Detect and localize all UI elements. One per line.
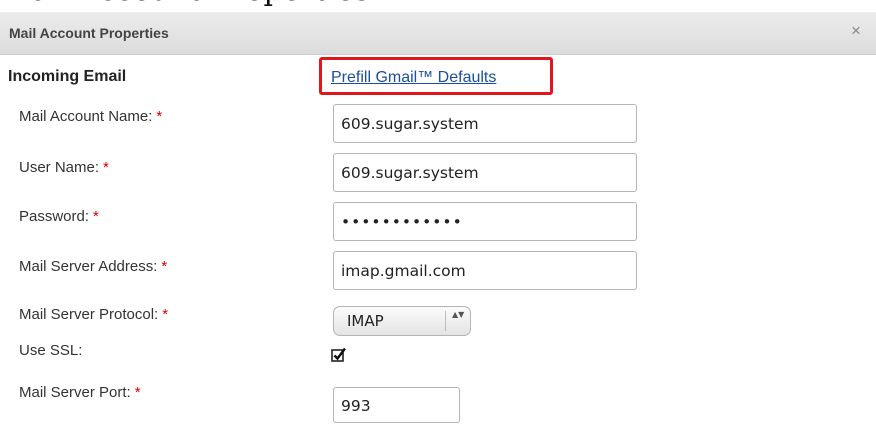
- required-marker: *: [134, 384, 141, 401]
- required-marker: *: [161, 258, 168, 275]
- up-down-arrows-icon: ▲▼: [452, 310, 465, 319]
- dialog-header: Mail Account Properties ×: [0, 12, 876, 55]
- user-name-label: User Name: *: [19, 159, 109, 176]
- close-icon[interactable]: ×: [851, 21, 861, 41]
- required-marker: *: [156, 108, 163, 125]
- required-marker: *: [103, 159, 109, 176]
- password-input[interactable]: ••••••••••••: [333, 202, 637, 241]
- use-ssl-checkbox[interactable]: [331, 347, 347, 363]
- use-ssl-label: Use SSL:: [19, 342, 83, 359]
- server-address-input[interactable]: imap.gmail.com: [333, 251, 637, 290]
- cropped-page-heading: Mail Account Properties: [0, 0, 370, 8]
- protocol-label: Mail Server Protocol: *: [19, 306, 169, 323]
- user-name-input[interactable]: 609.sugar.system: [333, 153, 637, 192]
- password-label: Password: *: [19, 208, 99, 225]
- select-divider: [445, 311, 446, 331]
- required-marker: *: [162, 306, 169, 323]
- dialog-title: Mail Account Properties: [9, 25, 169, 41]
- port-label: Mail Server Port: *: [19, 384, 141, 401]
- highlight-box: [319, 57, 553, 95]
- account-name-label: Mail Account Name: *: [19, 108, 163, 125]
- account-name-input[interactable]: 609.sugar.system: [333, 104, 637, 143]
- server-address-label: Mail Server Address: *: [19, 258, 168, 275]
- protocol-value: IMAP: [347, 312, 384, 330]
- required-marker: *: [93, 208, 99, 225]
- section-title-incoming-email: Incoming Email: [8, 68, 127, 85]
- port-input[interactable]: 993: [333, 387, 460, 423]
- protocol-select[interactable]: IMAP ▲▼: [333, 306, 471, 336]
